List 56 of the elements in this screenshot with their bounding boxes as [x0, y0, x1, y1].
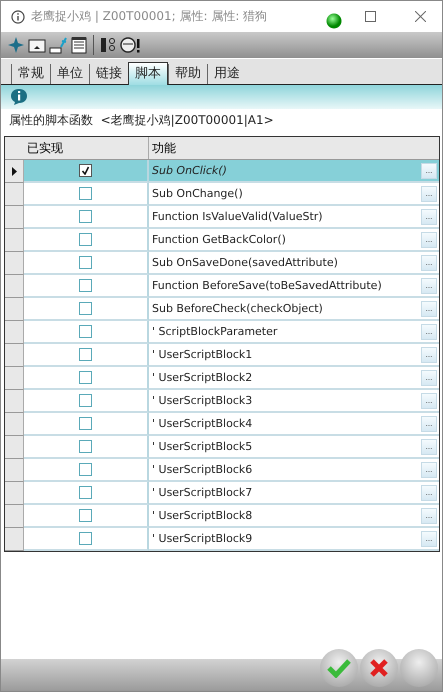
implemented-checkbox[interactable]	[79, 325, 92, 338]
clipboard-icon[interactable]	[70, 36, 88, 54]
function-cell: Function BeforeSave(toBeSavedAttribute)	[152, 279, 382, 292]
implemented-checkbox[interactable]	[79, 348, 92, 361]
tab[interactable]: 常规	[11, 64, 50, 84]
tab[interactable]: 用途	[207, 64, 246, 84]
function-cell: ' UserScriptBlock7	[152, 486, 252, 499]
tab[interactable]: 脚本	[128, 62, 168, 85]
check-icon	[327, 658, 351, 678]
implemented-checkbox[interactable]	[79, 187, 92, 200]
row-header[interactable]	[5, 160, 24, 183]
implemented-checkbox[interactable]	[79, 486, 92, 499]
function-cell: Sub OnSaveDone(savedAttribute)	[152, 256, 338, 269]
implemented-checkbox[interactable]	[79, 532, 92, 545]
check-icon	[81, 166, 90, 175]
cross-icon	[369, 658, 389, 678]
function-cell: Function GetBackColor()	[152, 233, 286, 246]
function-cell: ' UserScriptBlock5	[152, 440, 252, 453]
function-cell: ' UserScriptBlock1	[152, 348, 252, 361]
function-cell: Sub OnClick()	[152, 164, 227, 177]
brush-icon[interactable]	[49, 36, 67, 54]
function-cell: Sub OnChange()	[152, 187, 243, 200]
implemented-checkbox[interactable]	[79, 394, 92, 407]
info-icon	[11, 10, 25, 24]
implemented-checkbox[interactable]	[79, 509, 92, 522]
column-header: 已实现	[24, 137, 149, 159]
implemented-checkbox[interactable]	[79, 302, 92, 315]
implemented-checkbox[interactable]	[79, 279, 92, 292]
tab[interactable]: 单位	[50, 64, 89, 84]
function-cell: ' UserScriptBlock2	[152, 371, 252, 384]
script-caption: 属性的脚本函数 <老鹰捉小鸡|Z00T00001|A1>	[8, 112, 275, 129]
implemented-checkbox[interactable]	[79, 210, 92, 223]
implemented-checkbox[interactable]	[79, 371, 92, 384]
implemented-checkbox[interactable]	[79, 440, 92, 453]
implemented-checkbox[interactable]	[79, 164, 92, 177]
function-cell: ' UserScriptBlock3	[152, 394, 252, 407]
tab[interactable]: 帮助	[168, 64, 207, 84]
close-icon	[414, 11, 426, 22]
info-bubble-icon[interactable]	[10, 88, 28, 106]
window-title: 老鹰捉小鸡 | Z00T00001; 属性: 属性: 猎狗	[31, 8, 268, 25]
implemented-checkbox[interactable]	[79, 233, 92, 246]
list-icon[interactable]	[99, 36, 117, 54]
function-cell: ' UserScriptBlock8	[152, 509, 252, 522]
maximize-icon	[364, 11, 376, 22]
function-cell: Sub BeforeCheck(checkObject)	[152, 302, 323, 315]
implemented-checkbox[interactable]	[79, 463, 92, 476]
function-cell: ' ScriptBlockParameter	[152, 325, 278, 338]
function-cell: ' UserScriptBlock4	[152, 417, 252, 430]
status-ball-icon	[326, 12, 342, 28]
function-cell: ' UserScriptBlock9	[152, 532, 252, 545]
function-cell: ' UserScriptBlock6	[152, 463, 252, 476]
function-cell: Function IsValueValid(ValueStr)	[152, 210, 323, 223]
column-header: 功能	[151, 140, 177, 156]
row-pointer-icon	[12, 166, 16, 176]
implemented-checkbox[interactable]	[79, 256, 92, 269]
implemented-checkbox[interactable]	[79, 417, 92, 430]
